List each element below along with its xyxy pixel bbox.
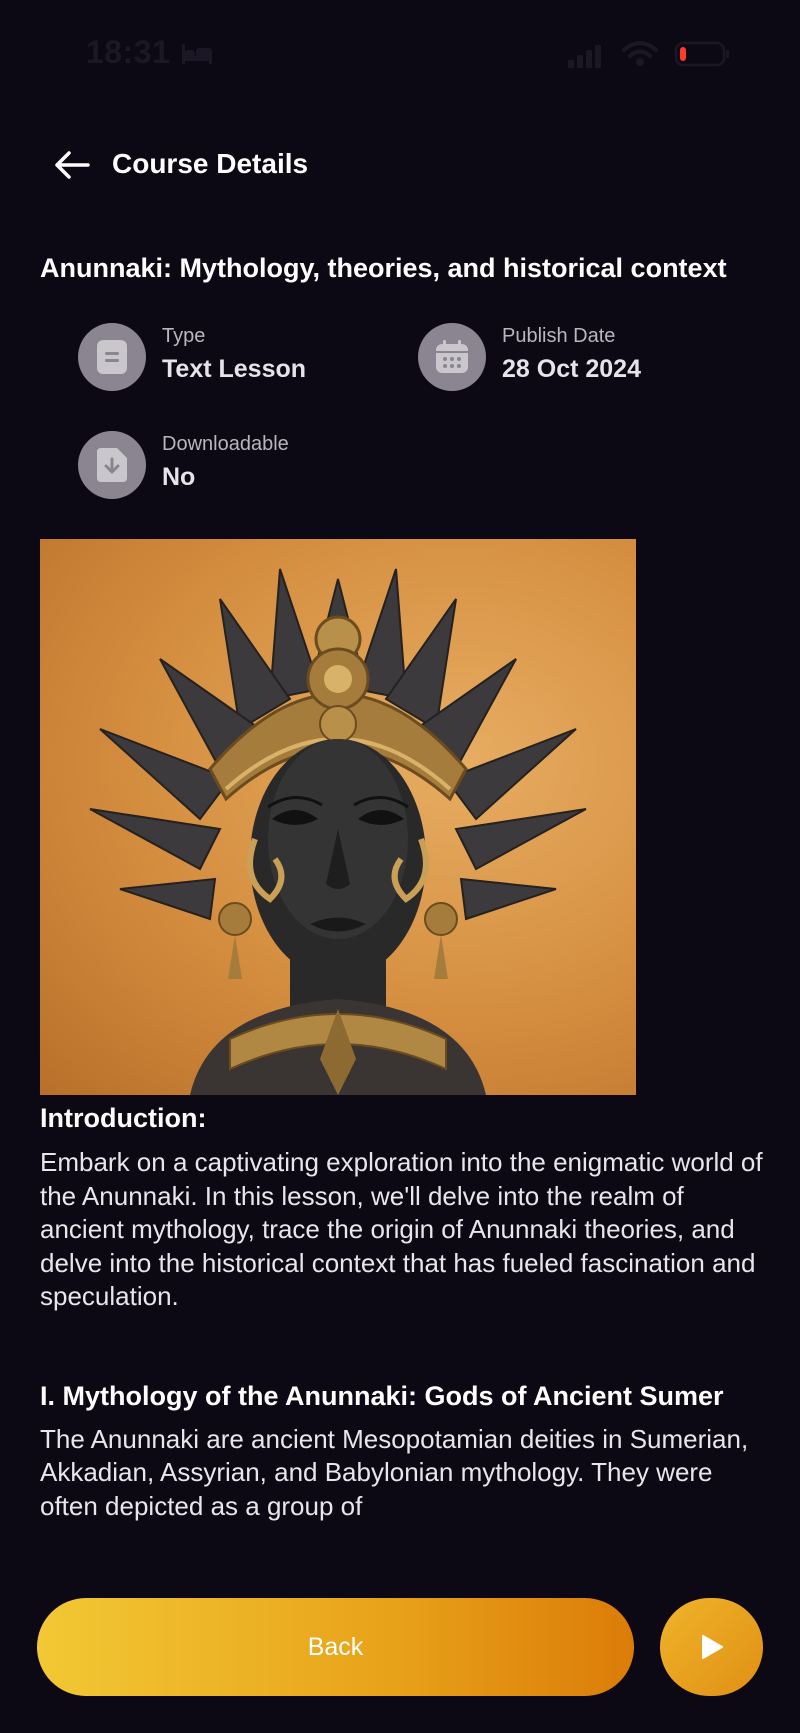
download-file-icon bbox=[78, 431, 146, 499]
calendar-icon bbox=[418, 323, 486, 391]
meta-downloadable-value: No bbox=[162, 463, 196, 491]
arrow-left-icon[interactable] bbox=[54, 150, 90, 180]
sculpture-portrait-image bbox=[40, 539, 636, 1095]
wifi-icon bbox=[622, 41, 658, 66]
meta-downloadable-label: Downloadable bbox=[162, 433, 289, 455]
app-header: Course Details bbox=[0, 140, 800, 192]
intro-text: Embark on a captivating exploration into… bbox=[40, 1147, 763, 1311]
document-icon bbox=[78, 323, 146, 391]
meta-type-value: Text Lesson bbox=[162, 355, 307, 383]
meta-publish-date-label: Publish Date bbox=[502, 325, 616, 347]
battery-icon bbox=[674, 41, 729, 67]
back-button-label: Back bbox=[307, 1632, 364, 1661]
signal-icon bbox=[568, 45, 601, 68]
play-icon bbox=[701, 1635, 723, 1659]
lesson-content: Introduction: Embark on a captivating ex… bbox=[40, 1100, 770, 1560]
page-title: Course Details bbox=[112, 148, 309, 179]
back-button[interactable]: Back bbox=[37, 1598, 634, 1696]
course-title: Anunnaki: Mythology, theories, and histo… bbox=[40, 253, 727, 283]
status-bar: 18:31 bbox=[0, 0, 800, 110]
intro-heading: Introduction: bbox=[40, 1103, 207, 1133]
section-heading: I. Mythology of the Anunnaki: Gods of An… bbox=[40, 1380, 724, 1411]
meta-publish-date-value: 28 Oct 2024 bbox=[502, 355, 641, 383]
section-text: The Anunnaki are ancient Mesopotamian de… bbox=[40, 1423, 749, 1521]
play-button[interactable] bbox=[660, 1598, 763, 1696]
bed-icon bbox=[182, 44, 212, 64]
meta-type-label: Type bbox=[162, 325, 206, 347]
status-time: 18:31 bbox=[86, 34, 171, 70]
